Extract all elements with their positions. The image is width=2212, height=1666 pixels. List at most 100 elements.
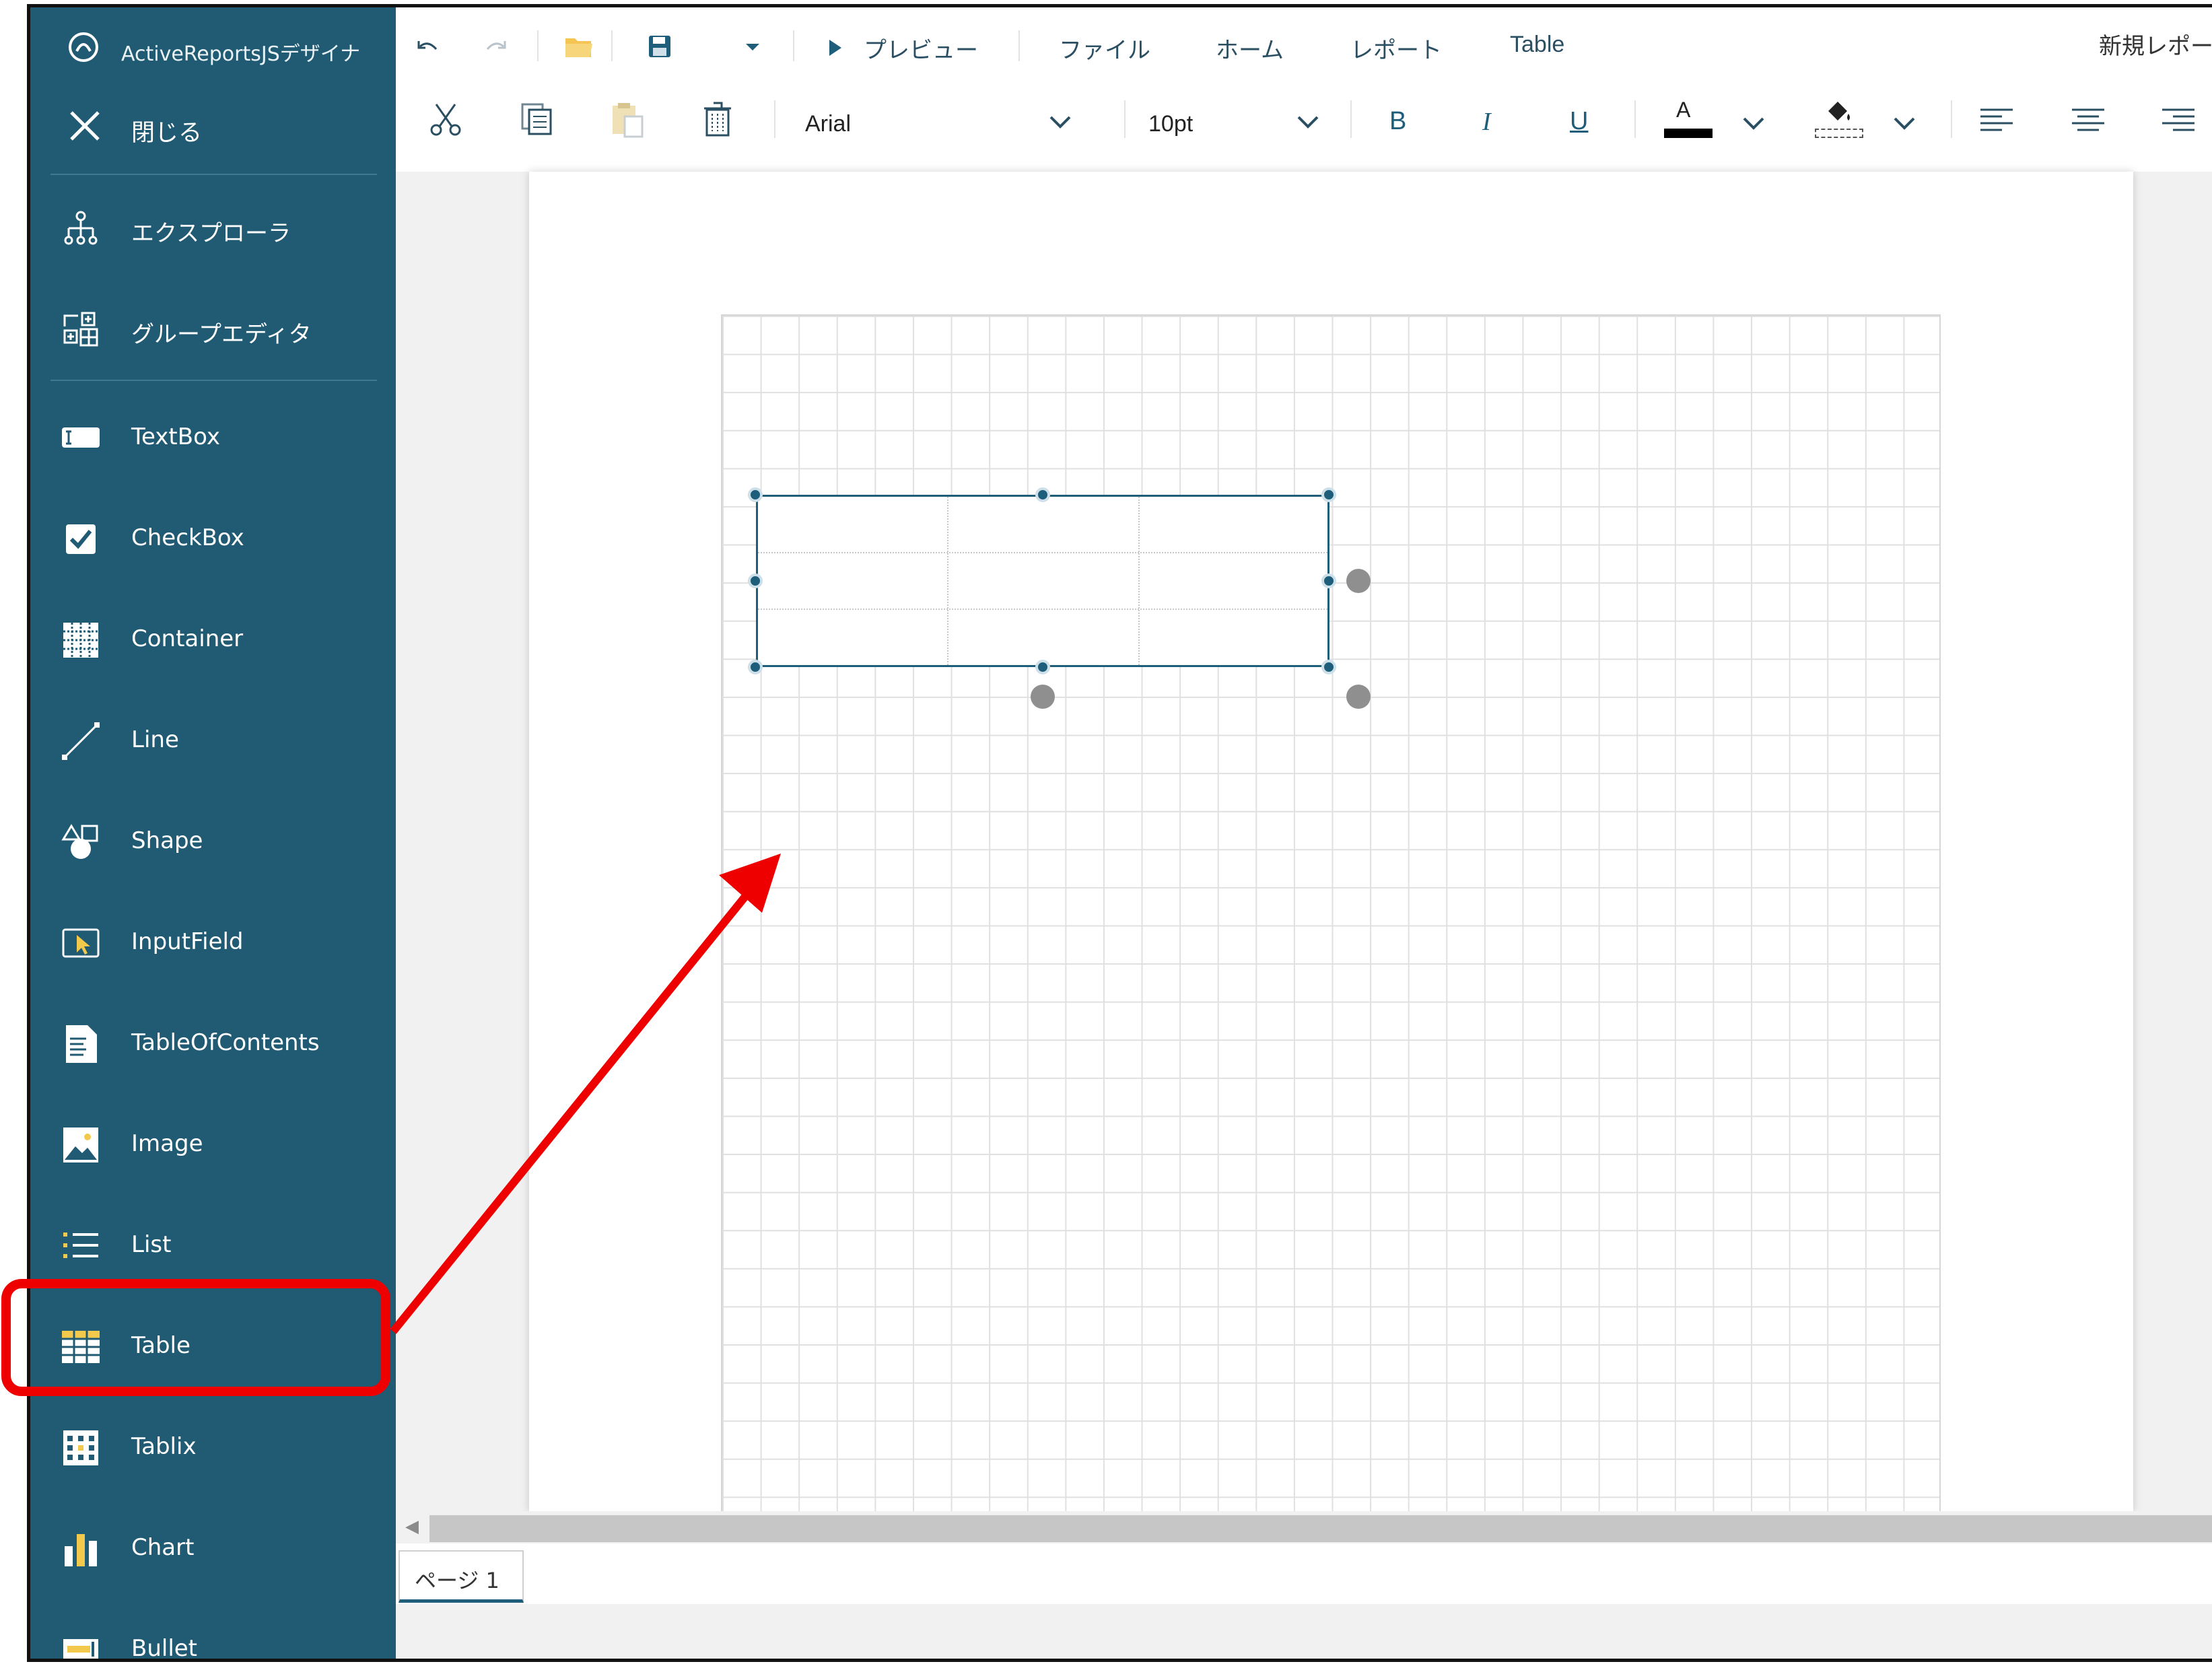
table-row-divider bbox=[758, 552, 1327, 555]
sidebar-item-explorer[interactable]: エクスプローラ bbox=[30, 184, 396, 271]
sidebar-item-group-editor[interactable]: グループエディタ bbox=[30, 285, 396, 372]
table-column-divider bbox=[1138, 497, 1141, 665]
sidebar-item-bullet[interactable]: Bullet bbox=[30, 1604, 396, 1662]
paste-icon[interactable] bbox=[610, 100, 646, 138]
menu-preview[interactable]: プレビュー bbox=[864, 32, 978, 65]
sidebar-item-line[interactable]: Line bbox=[30, 695, 396, 783]
table-control[interactable] bbox=[756, 495, 1329, 667]
shape-icon bbox=[61, 824, 98, 859]
sidebar-item-label: TextBox bbox=[131, 423, 220, 450]
bullet-icon bbox=[63, 1639, 98, 1659]
resize-handle[interactable] bbox=[748, 574, 763, 588]
italic-button[interactable]: I bbox=[1482, 107, 1491, 137]
sidebar-item-label: グループエディタ bbox=[131, 321, 312, 348]
sidebar-item-label: Bullet bbox=[131, 1635, 198, 1662]
sidebar-item-label: Tablix bbox=[131, 1433, 197, 1460]
bold-button[interactable]: B bbox=[1389, 107, 1406, 136]
font-color-letter: A bbox=[1676, 98, 1691, 122]
resize-handle[interactable] bbox=[748, 660, 763, 674]
sidebar-item-label: エクスプローラ bbox=[131, 220, 291, 247]
table-row-divider bbox=[758, 609, 1327, 611]
add-column-grip[interactable] bbox=[1346, 569, 1371, 593]
font-size-select[interactable]: 10pt bbox=[1136, 96, 1348, 143]
sidebar-item-label: Shape bbox=[131, 827, 203, 854]
sidebar-item-container[interactable]: Container bbox=[30, 594, 396, 682]
save-dropdown-icon[interactable] bbox=[745, 42, 761, 53]
sidebar-item-checkbox[interactable]: CheckBox bbox=[30, 493, 396, 581]
resize-handle[interactable] bbox=[748, 487, 763, 502]
list-icon bbox=[63, 1233, 98, 1258]
sidebar-item-label: Image bbox=[131, 1130, 203, 1157]
fill-color-swatch bbox=[1815, 129, 1863, 138]
sidebar-item-textbox[interactable]: TextBox bbox=[30, 392, 396, 480]
sidebar-item-shape[interactable]: Shape bbox=[30, 796, 396, 884]
scroll-left-icon[interactable]: ◀ bbox=[405, 1517, 419, 1537]
sidebar-item-tableofcontents[interactable]: TableOfContents bbox=[30, 998, 396, 1086]
undo-icon[interactable] bbox=[415, 34, 442, 61]
redo-icon[interactable] bbox=[482, 34, 509, 61]
sidebar-divider bbox=[50, 380, 377, 381]
close-label: 閉じる bbox=[131, 120, 203, 147]
resize-handle[interactable] bbox=[1035, 487, 1050, 502]
align-left-icon[interactable] bbox=[1979, 107, 2014, 134]
separator bbox=[1124, 100, 1126, 138]
scrollbar-thumb[interactable] bbox=[429, 1515, 2212, 1542]
sidebar-item-chart[interactable]: Chart bbox=[30, 1503, 396, 1591]
design-area bbox=[396, 172, 2212, 1513]
image-icon bbox=[63, 1127, 98, 1162]
resize-handle[interactable] bbox=[1035, 660, 1050, 674]
separator bbox=[793, 30, 794, 61]
separator bbox=[611, 30, 613, 61]
corner-grip[interactable] bbox=[1346, 685, 1371, 709]
resize-handle[interactable] bbox=[1321, 487, 1336, 502]
font-family-select[interactable]: Arial bbox=[793, 96, 1076, 143]
chart-icon bbox=[65, 1534, 97, 1566]
sidebar-item-inputfield[interactable]: InputField bbox=[30, 897, 396, 985]
tab-page-1[interactable]: ページ 1 bbox=[399, 1550, 524, 1603]
menu-file[interactable]: ファイル bbox=[1059, 32, 1150, 65]
sidebar-item-label: Line bbox=[131, 726, 179, 753]
fill-color-button[interactable] bbox=[1812, 98, 1866, 145]
separator bbox=[537, 30, 539, 61]
menu-home[interactable]: ホーム bbox=[1216, 32, 1284, 65]
menu-report[interactable]: レポート bbox=[1350, 32, 1442, 65]
menu-table[interactable]: Table bbox=[1510, 32, 1564, 58]
sidebar-item-label: List bbox=[131, 1231, 172, 1258]
horizontal-scrollbar[interactable]: ◀ bbox=[396, 1511, 2212, 1543]
explorer-tree-icon bbox=[64, 211, 98, 245]
cut-icon[interactable] bbox=[428, 102, 463, 137]
resize-handle[interactable] bbox=[1321, 660, 1336, 674]
chevron-down-icon[interactable] bbox=[1742, 116, 1765, 131]
tab-label: ページ 1 bbox=[415, 1568, 499, 1593]
play-icon bbox=[829, 40, 841, 56]
app-window: ActiveReportsJSデザイナ 閉じる エクスプローラ グループエディタ… bbox=[27, 4, 2212, 1662]
sidebar-item-image[interactable]: Image bbox=[30, 1099, 396, 1187]
copy-icon[interactable] bbox=[520, 102, 555, 137]
close-button[interactable]: 閉じる bbox=[30, 94, 396, 158]
align-center-icon[interactable] bbox=[2071, 107, 2106, 134]
delete-icon[interactable] bbox=[700, 100, 735, 138]
separator bbox=[1634, 100, 1636, 138]
sidebar-header: ActiveReportsJSデザイナ bbox=[30, 7, 396, 80]
chevron-down-icon[interactable] bbox=[1893, 116, 1916, 131]
font-color-button[interactable]: A bbox=[1661, 98, 1715, 145]
save-icon[interactable] bbox=[646, 33, 673, 60]
sidebar-divider bbox=[50, 174, 377, 175]
app-logo-icon bbox=[69, 32, 98, 62]
separator bbox=[1350, 100, 1352, 138]
toolbar: プレビュー ファイル ホーム レポート Table 新規レポート bbox=[396, 7, 2212, 173]
add-row-grip[interactable] bbox=[1031, 685, 1055, 709]
sidebar-item-tablix[interactable]: Tablix bbox=[30, 1402, 396, 1490]
open-folder-icon[interactable] bbox=[564, 33, 594, 60]
sidebar-item-label: Container bbox=[131, 625, 244, 652]
underline-button[interactable]: U bbox=[1570, 107, 1588, 136]
status-bar bbox=[396, 1604, 2212, 1659]
report-page bbox=[529, 172, 2133, 1513]
chevron-down-icon bbox=[1049, 116, 1071, 129]
font-family-value: Arial bbox=[805, 111, 852, 137]
sidebar-item-list[interactable]: List bbox=[30, 1200, 396, 1288]
resize-handle[interactable] bbox=[1321, 574, 1336, 588]
chevron-down-icon bbox=[1297, 116, 1319, 129]
align-right-icon[interactable] bbox=[2161, 107, 2196, 134]
table-column-divider bbox=[947, 497, 950, 665]
